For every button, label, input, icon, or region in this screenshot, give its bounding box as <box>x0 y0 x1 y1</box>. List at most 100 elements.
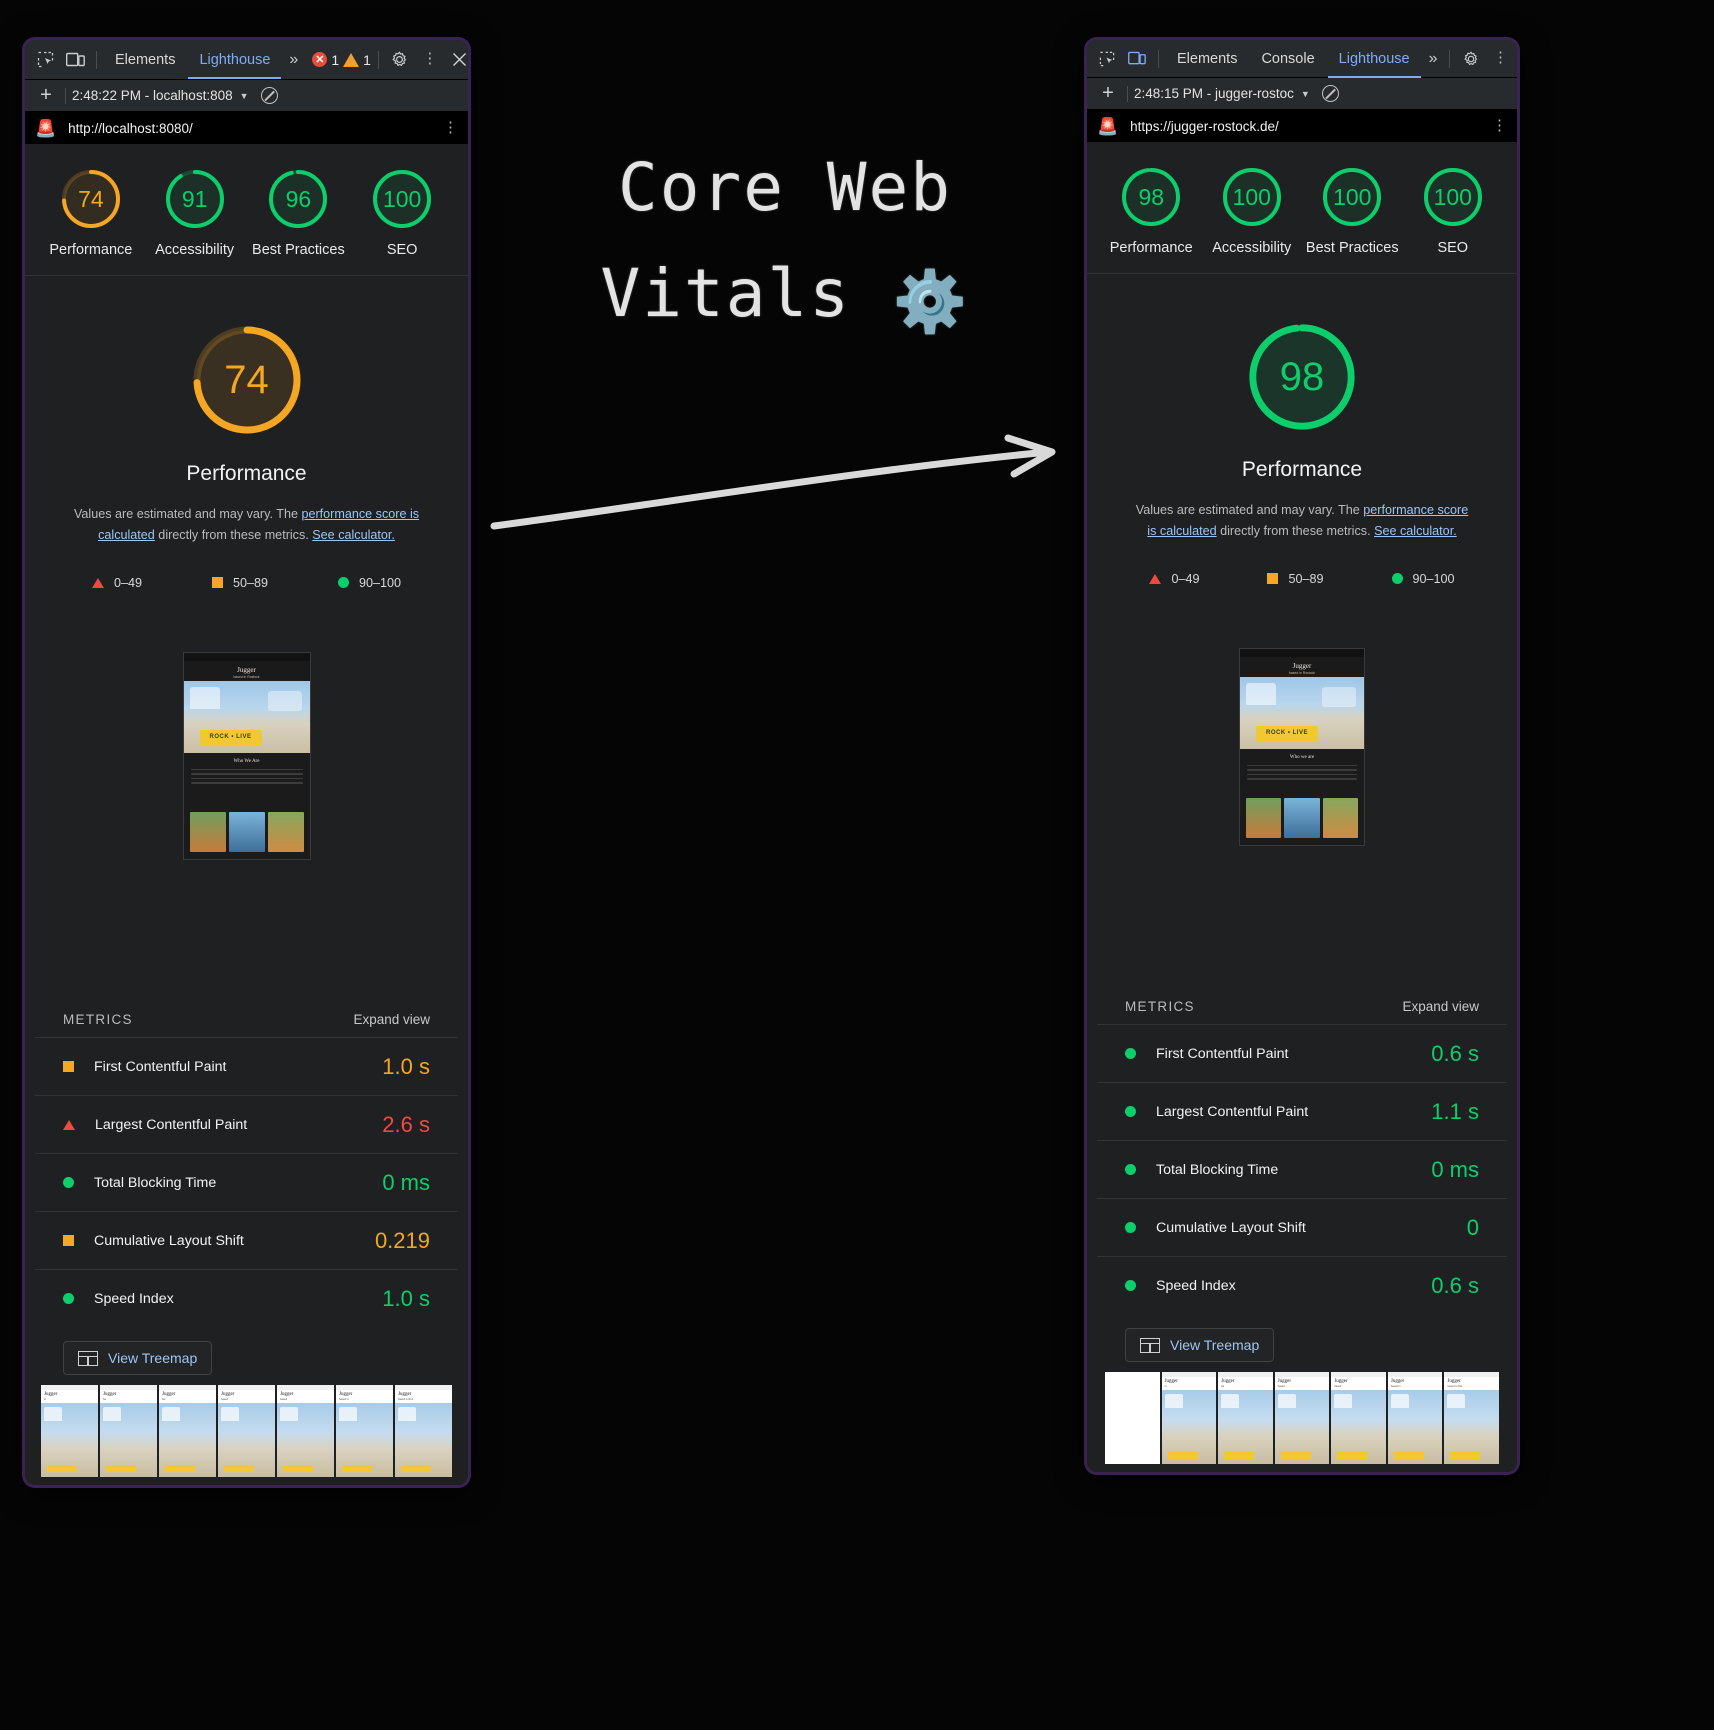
thumb-brand-tagline: based in Rostock <box>1288 670 1315 675</box>
tab-elements[interactable]: Elements <box>1166 40 1248 78</box>
metric-label: First Contentful Paint <box>94 1058 227 1075</box>
arrow-right-icon <box>490 434 1056 530</box>
metrics-header-right: METRICS Expand view <box>1097 999 1507 1024</box>
thumb-topbar <box>1240 648 1364 657</box>
metric-row[interactable]: Largest Contentful Paint 1.1 s <box>1097 1082 1507 1140</box>
tab-console[interactable]: Console <box>1250 40 1325 78</box>
metric-row[interactable]: Cumulative Layout Shift 0 <box>1097 1198 1507 1256</box>
gear-icon[interactable] <box>1457 46 1485 72</box>
more-vertical-icon[interactable]: ⋮ <box>443 120 458 135</box>
tab-lighthouse[interactable]: Lighthouse <box>1328 40 1421 78</box>
gauge-score: 96 <box>285 185 312 212</box>
metric-value: 0.6 s <box>1431 1040 1479 1066</box>
triangle-icon <box>63 1119 75 1130</box>
issue-counts[interactable]: ✕ 1 1 <box>304 52 371 68</box>
gear-icon[interactable] <box>386 47 414 73</box>
metrics-section-right: METRICS Expand view First Contentful Pai… <box>1087 999 1517 1472</box>
metric-row[interactable]: Cumulative Layout Shift 0.219 <box>35 1211 458 1269</box>
annotation-title-line1: Core Web <box>618 149 952 226</box>
view-treemap-button[interactable]: View Treemap <box>63 1341 213 1375</box>
chevron-double-right-icon[interactable]: » <box>283 51 302 69</box>
circle-icon <box>1125 1222 1136 1233</box>
gauge-ring: 74 <box>58 166 124 232</box>
square-icon <box>63 1061 74 1072</box>
close-icon[interactable] <box>446 47 468 73</box>
legend-item-pass: 90–100 <box>338 576 401 590</box>
metric-row[interactable]: First Contentful Paint 0.6 s <box>1097 1024 1507 1082</box>
metric-value: 0 ms <box>382 1169 430 1195</box>
gauge-score: 100 <box>1333 183 1372 210</box>
performance-summary-left: 74 Performance Values are estimated and … <box>25 276 468 860</box>
gauge-performance[interactable]: 98 Performance <box>1101 164 1201 257</box>
device-toolbar-icon[interactable] <box>1123 46 1151 72</box>
metric-value: 0 ms <box>1431 1156 1479 1182</box>
gauge-performance[interactable]: 74 Performance <box>41 166 141 259</box>
score-description-left: Values are estimated and may vary. The p… <box>72 504 422 546</box>
legend-item-pass: 90–100 <box>1391 572 1455 586</box>
no-entry-icon[interactable] <box>260 87 278 104</box>
desc-part2: directly from these metrics. <box>1216 523 1375 538</box>
see-calculator-link[interactable]: See calculator. <box>312 528 395 542</box>
run-selector-right[interactable]: 2:48:15 PM - jugger-rostoc ▼ <box>1134 86 1310 101</box>
gauge-accessibility[interactable]: 91 Accessibility <box>145 166 245 259</box>
gauge-accessibility[interactable]: 100 Accessibility <box>1202 164 1302 257</box>
run-selector-left[interactable]: 2:48:22 PM - localhost:808 ▼ <box>72 88 249 103</box>
treemap-wrap-left: View Treemap <box>35 1327 458 1385</box>
metric-row[interactable]: Largest Contentful Paint 2.6 s <box>35 1095 458 1153</box>
circle-icon <box>1125 1106 1136 1117</box>
annotation-title-line2-wrap: Vitals ⚙️ <box>495 241 1075 350</box>
tab-elements[interactable]: Elements <box>104 41 186 79</box>
gauge-label: SEO <box>386 242 418 258</box>
more-vertical-icon[interactable]: ⋮ <box>416 47 444 73</box>
big-gauge-score: 74 <box>224 357 269 402</box>
thumb-hero-image: ROCK • LIVE <box>183 680 310 753</box>
filmstrip-frame: Jugger based in <box>1387 1372 1443 1464</box>
final-screenshot-right: Jugger based in Rostock ROCK • LIVE Who … <box>1239 647 1365 846</box>
big-gauge-title: Performance <box>186 462 307 486</box>
new-report-button[interactable]: + <box>33 84 59 107</box>
thumb-topbar <box>183 652 310 661</box>
gauge-seo[interactable]: 100 SEO <box>1403 164 1503 257</box>
gauge-best-practices[interactable]: 96 Best Practices <box>248 166 348 259</box>
gauge-best-practices[interactable]: 100 Best Practices <box>1302 164 1402 257</box>
see-calculator-link[interactable]: See calculator. <box>1374 524 1457 538</box>
filmstrip-frame: Jugger based <box>1274 1372 1330 1464</box>
thumb-photo <box>228 811 265 852</box>
legend-label: 50–89 <box>232 575 269 590</box>
metric-row[interactable]: Total Blocking Time 0 ms <box>1097 1140 1507 1198</box>
view-treemap-button[interactable]: View Treemap <box>1125 1328 1275 1362</box>
chevron-double-right-icon[interactable]: » <box>1423 50 1442 68</box>
metric-row[interactable]: Speed Index 0.6 s <box>1097 1256 1507 1314</box>
gauge-label: Accessibility <box>1212 240 1292 256</box>
metric-label: Speed Index <box>1156 1277 1236 1294</box>
circle-icon <box>1391 573 1403 585</box>
metric-row[interactable]: Speed Index 1.0 s <box>35 1269 458 1327</box>
metric-label: First Contentful Paint <box>1156 1045 1289 1062</box>
score-description-right: Values are estimated and may vary. The p… <box>1130 500 1475 542</box>
inspect-element-icon[interactable] <box>31 47 59 73</box>
metric-row[interactable]: Total Blocking Time 0 ms <box>35 1153 458 1211</box>
tab-lighthouse[interactable]: Lighthouse <box>188 41 281 79</box>
metric-label: Cumulative Layout Shift <box>94 1232 244 1249</box>
device-toolbar-icon[interactable] <box>61 47 89 73</box>
new-report-button[interactable]: + <box>1095 82 1121 105</box>
toolbar-divider-2 <box>377 50 379 69</box>
expand-view-toggle[interactable]: Expand view <box>1402 999 1479 1014</box>
inspect-element-icon[interactable] <box>1093 46 1121 72</box>
no-entry-icon[interactable] <box>1321 85 1339 102</box>
more-vertical-icon[interactable]: ⋮ <box>1487 46 1515 72</box>
expand-view-toggle[interactable]: Expand view <box>353 1012 430 1027</box>
more-vertical-icon[interactable]: ⋮ <box>1492 118 1507 133</box>
gauge-seo[interactable]: 100 SEO <box>352 166 452 259</box>
circle-icon <box>1125 1280 1136 1291</box>
score-legend-left: 0–49 50–89 90–100 <box>25 576 468 590</box>
final-screenshot-wrap-right: Jugger based in Rostock ROCK • LIVE Who … <box>1087 647 1517 846</box>
triangle-icon <box>91 577 104 588</box>
filmstrip-frame <box>1105 1372 1160 1464</box>
metric-label: Total Blocking Time <box>1156 1161 1279 1178</box>
lighthouse-runbar-left: + 2:48:22 PM - localhost:808 ▼ <box>25 80 468 112</box>
thumb-section-title: Who We Are <box>233 758 260 764</box>
big-gauge-title: Performance <box>1241 458 1363 482</box>
error-icon: ✕ <box>312 52 328 67</box>
metric-row[interactable]: First Contentful Paint 1.0 s <box>35 1037 458 1095</box>
